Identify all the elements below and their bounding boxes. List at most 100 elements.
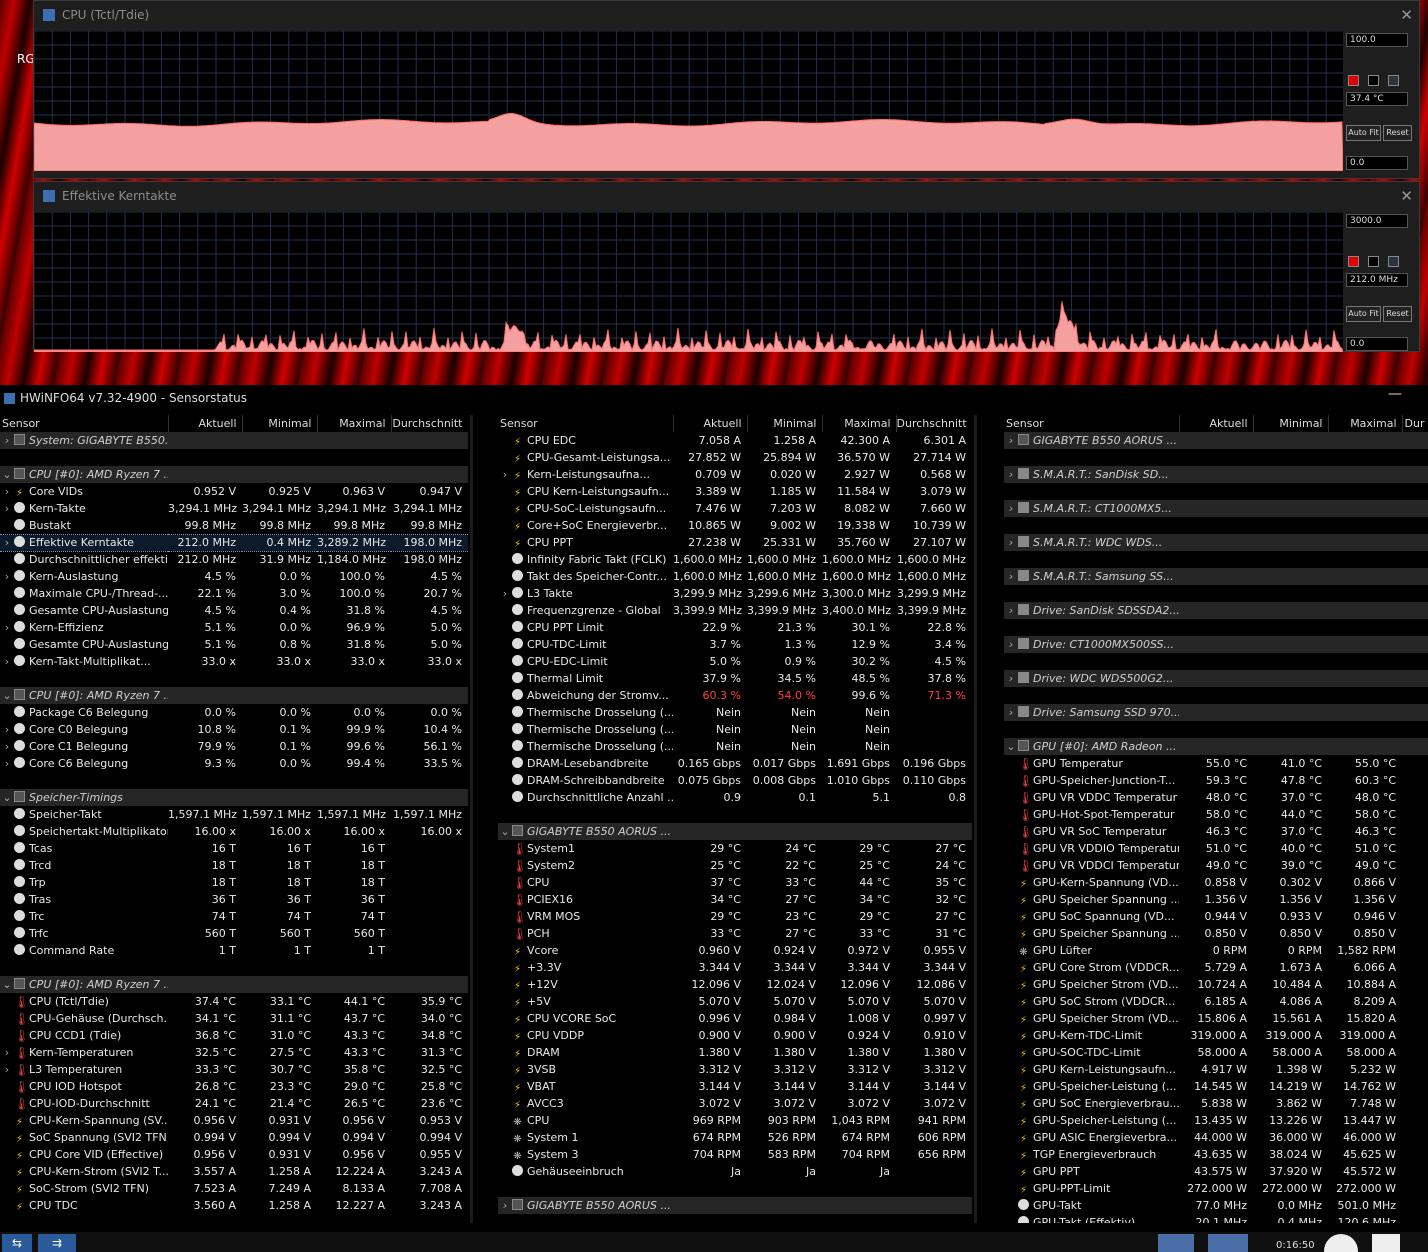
expand-chevron-icon[interactable]: › xyxy=(1004,434,1018,447)
sensor-name-cell[interactable]: › ⚡ Kern-Leistungsaufna... xyxy=(498,466,673,483)
sensor-row[interactable]: 🌡System1 29 °C 24 °C 29 °C 27 °C xyxy=(498,840,972,857)
sensor-name-cell[interactable]: Trcd xyxy=(0,857,168,874)
expand-chevron-icon[interactable]: › xyxy=(0,570,14,583)
sensor-name-cell[interactable]: Command Rate xyxy=(0,942,168,959)
sensor-row[interactable]: Tcas 16 T 16 T 16 T xyxy=(0,840,468,857)
sensor-name-cell[interactable]: ⚡ GPU Kern-Leistungsaufn... xyxy=(1004,1061,1179,1078)
sensor-name-cell[interactable]: Durchschnittliche Anzahl ... xyxy=(498,789,673,806)
sensor-name-cell[interactable]: Gehäuseeinbruch xyxy=(498,1163,673,1180)
sensor-name-cell[interactable]: 🌡PCIEX16 xyxy=(498,891,673,908)
sensor-row[interactable]: › L3 Takte 3,299.9 MHz 3,299.6 MHz 3,300.0 M… xyxy=(498,585,972,602)
sensor-row[interactable]: ⚡ CPU Core VID (Effective) 0.956 V 0.931 V 0… xyxy=(0,1146,468,1163)
header-current[interactable]: Aktuell xyxy=(1179,415,1254,432)
sensor-name-cell[interactable]: ⌄ GIGABYTE B550 AORUS ... xyxy=(498,823,673,840)
sensor-name-cell[interactable]: 🌡CPU (Tctl/Tdie) xyxy=(0,993,168,1010)
expand-chevron-icon[interactable]: › xyxy=(0,757,14,770)
sensor-name-cell[interactable]: ⚡ GPU SoC Spannung (VD... xyxy=(1004,908,1179,925)
sensor-name-cell[interactable]: ⚡ DRAM xyxy=(498,1044,673,1061)
sensor-row[interactable]: 🌡GPU VR VDDIO Temperatur 51.0 °C 40.0 °C 51… xyxy=(1004,840,1428,857)
expand-chevron-icon[interactable]: ⌄ xyxy=(0,689,14,702)
sensor-name-cell[interactable]: Thermal Limit xyxy=(498,670,673,687)
sensor-row[interactable]: 🌡CPU-Gehäuse (Durchsch... 34.1 °C 31.1 °C 4… xyxy=(0,1010,468,1027)
sensor-group-row[interactable]: › Drive: CT1000MX500SS... xyxy=(1004,636,1428,653)
sensor-name-cell[interactable]: › Kern-Auslastung xyxy=(0,568,168,585)
sensor-row[interactable]: ⚡ GPU Core Strom (VDDCR... 5.729 A 1.673 A 6… xyxy=(1004,959,1428,976)
sensor-row[interactable]: 🌡PCH 33 °C 27 °C 33 °C 31 °C xyxy=(498,925,972,942)
sensor-name-cell[interactable] xyxy=(1004,687,1179,704)
sensor-row[interactable]: Package C6 Belegung 0.0 % 0.0 % 0.0 % 0.0 % xyxy=(0,704,468,721)
sensor-name-cell[interactable]: ⚡ +12V xyxy=(498,976,673,993)
sensor-row[interactable]: ⚡ GPU SoC Spannung (VD... 0.944 V 0.933 V 0.… xyxy=(1004,908,1428,925)
sensor-name-cell[interactable]: ⚡ SoC Spannung (SVI2 TFN) xyxy=(0,1129,168,1146)
sensor-row[interactable]: ❋ System 3 704 RPM 583 RPM 704 RPM 656 RPM xyxy=(498,1146,972,1163)
sensor-row[interactable]: › Core C1 Belegung 79.9 % 0.1 % 99.6 % 56.1 % xyxy=(0,738,468,755)
sensor-name-cell[interactable]: › ⚡ Core VIDs xyxy=(0,483,168,500)
column-divider[interactable] xyxy=(974,415,977,1223)
sensor-row[interactable]: CPU PPT Limit 22.9 % 21.3 % 30.1 % 22.8 % xyxy=(498,619,972,636)
sensor-row[interactable]: ⚡ +3.3V 3.344 V 3.344 V 3.344 V 3.344 V xyxy=(498,959,972,976)
sensor-name-cell[interactable]: ⚡ Vcore xyxy=(498,942,673,959)
header-sensor[interactable]: Sensor xyxy=(0,415,169,432)
sensor-name-cell[interactable]: DRAM-Schreibbandbreite xyxy=(498,772,673,789)
sensor-row[interactable]: ⚡ GPU Speicher Strom (VD... 15.806 A 15.561… xyxy=(1004,1010,1428,1027)
sensor-name-cell[interactable]: Trc xyxy=(0,908,168,925)
sensor-group-row[interactable]: › System: GIGABYTE B550... xyxy=(0,432,468,449)
sensor-row[interactable]: › Kern-Auslastung 4.5 % 0.0 % 100.0 % 4.5 % xyxy=(0,568,468,585)
sensor-name-cell[interactable]: ⚡ CPU Core VID (Effective) xyxy=(0,1146,168,1163)
sensor-name-cell[interactable]: › Kern-Takte xyxy=(0,500,168,517)
sensor-row[interactable]: ⚡ CPU Kern-Leistungsaufn... 3.389 W 1.185 W… xyxy=(498,483,972,500)
sensor-name-cell[interactable]: ❋ GPU Lüfter xyxy=(1004,942,1179,959)
sensor-row[interactable]: › 🌡Kern-Temperaturen 32.5 °C 27.5 °C 43.3 °C… xyxy=(0,1044,468,1061)
sensor-group-row[interactable]: ⌄ CPU [#0]: AMD Ryzen 7 ... xyxy=(0,466,468,483)
sensor-name-cell[interactable]: ⌄ CPU [#0]: AMD Ryzen 7 ... xyxy=(0,466,168,483)
sensor-row[interactable]: Thermische Drosselung (... Nein Nein Nein xyxy=(498,721,972,738)
sensor-name-cell[interactable] xyxy=(1004,551,1179,568)
auto-fit-button[interactable]: Auto Fit xyxy=(1346,125,1381,141)
sensor-name-cell[interactable]: ⚡ GPU Speicher Spannung ... xyxy=(1004,891,1179,908)
sensor-name-cell[interactable]: ⌄ Speicher-Timings xyxy=(0,789,168,806)
sensor-name-cell[interactable]: ⚡ GPU ASIC Energieverbra... xyxy=(1004,1129,1179,1146)
sensor-name-cell[interactable]: CPU-EDC-Limit xyxy=(498,653,673,670)
sensor-row[interactable]: ⚡ GPU-Kern-TDC-Limit 319.000 A 319.000 A 319… xyxy=(1004,1027,1428,1044)
sensor-name-cell[interactable]: › S.M.A.R.T.: Samsung SS... xyxy=(1004,568,1179,585)
sensor-name-cell[interactable] xyxy=(498,806,673,823)
sensor-row[interactable]: 🌡CPU CCD1 (Tdie) 36.8 °C 31.0 °C 43.3 °C 34.… xyxy=(0,1027,468,1044)
expand-chevron-icon[interactable]: › xyxy=(0,434,14,447)
sensor-name-cell[interactable]: ⚡ CPU PPT xyxy=(498,534,673,551)
desktop-icon-label[interactable]: RG xyxy=(17,52,35,66)
color-grid-swatch[interactable] xyxy=(1388,75,1399,86)
sensor-name-cell[interactable]: › GIGABYTE B550 AORUS ... xyxy=(498,1197,673,1214)
sensor-row[interactable]: GPU-Takt 77.0 MHz 0.0 MHz 501.0 MHz xyxy=(1004,1197,1428,1214)
sensor-name-cell[interactable]: 🌡GPU-Speicher-Junction-T... xyxy=(1004,772,1179,789)
sensor-name-cell[interactable] xyxy=(0,670,168,687)
expand-chevron-icon[interactable]: › xyxy=(0,485,14,498)
expand-chevron-icon[interactable]: › xyxy=(498,587,512,600)
sensor-name-cell[interactable]: 🌡CPU CCD1 (Tdie) xyxy=(0,1027,168,1044)
sensor-name-cell[interactable]: › Kern-Takt-Multiplikat... xyxy=(0,653,168,670)
sensor-name-cell[interactable]: ⌄ GPU [#0]: AMD Radeon ... xyxy=(1004,738,1179,755)
expand-chevron-icon[interactable]: › xyxy=(1004,672,1018,685)
sensor-row[interactable]: ⚡ AVCC3 3.072 V 3.072 V 3.072 V 3.072 V xyxy=(498,1095,972,1112)
sensor-name-cell[interactable]: GPU-Takt (Effektiv) xyxy=(1004,1214,1179,1223)
sensor-name-cell[interactable]: Trfc xyxy=(0,925,168,942)
close-button[interactable]: ✕ xyxy=(1400,182,1413,211)
sensor-row[interactable]: 🌡CPU 37 °C 33 °C 44 °C 35 °C xyxy=(498,874,972,891)
sensor-name-cell[interactable]: ⚡ CPU VDDP xyxy=(498,1027,673,1044)
sensor-name-cell[interactable]: 🌡PCH xyxy=(498,925,673,942)
sensor-name-cell[interactable]: › Core C1 Belegung xyxy=(0,738,168,755)
sensor-name-cell[interactable]: Takt des Speicher-Contr... xyxy=(498,568,673,585)
expand-chevron-icon[interactable]: › xyxy=(0,1046,14,1059)
sensor-name-cell[interactable]: 🌡GPU Temperatur xyxy=(1004,755,1179,772)
sensor-row[interactable]: ❋ CPU 969 RPM 903 RPM 1,043 RPM 941 RPM xyxy=(498,1112,972,1129)
sensor-name-cell[interactable]: DRAM-Lesebandbreite xyxy=(498,755,673,772)
sensor-row[interactable]: ⚡ GPU Speicher Spannung ... 1.356 V 1.356 V… xyxy=(1004,891,1428,908)
sensor-row[interactable]: ⚡ DRAM 1.380 V 1.380 V 1.380 V 1.380 V xyxy=(498,1044,972,1061)
sensor-name-cell[interactable]: ⚡ GPU-Speicher-Leistung (... xyxy=(1004,1078,1179,1095)
expand-chevron-icon[interactable]: › xyxy=(498,1199,512,1212)
sensor-row[interactable]: Trfc 560 T 560 T 560 T xyxy=(0,925,468,942)
sensor-row[interactable]: ⚡ CPU PPT 27.238 W 25.331 W 35.760 W 27.107 W xyxy=(498,534,972,551)
expand-chevron-icon[interactable]: › xyxy=(0,1063,14,1076)
sensor-name-cell[interactable]: › Drive: WDC WDS500G2... xyxy=(1004,670,1179,687)
sensor-name-cell[interactable]: ⚡ Core+SoC Energieverbr... xyxy=(498,517,673,534)
expand-chevron-icon[interactable]: › xyxy=(0,655,14,668)
